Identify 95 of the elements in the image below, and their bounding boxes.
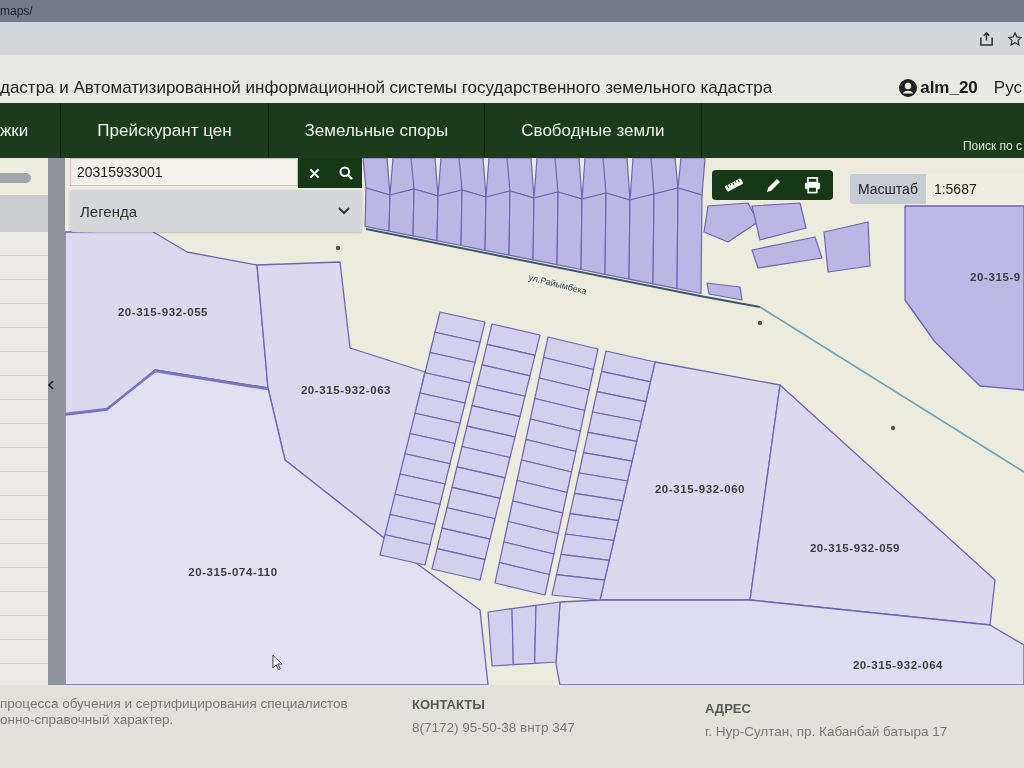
nav-link[interactable]: Земельные споры <box>304 120 449 141</box>
sidebar-header-bar <box>0 195 48 232</box>
land-plot <box>434 311 486 343</box>
land-plot <box>424 351 476 384</box>
scale-field[interactable]: 1:5687 <box>925 174 1024 204</box>
language-link[interactable]: Рус <box>993 78 1022 98</box>
land-plot <box>451 466 506 499</box>
land-plot <box>394 473 446 505</box>
contacts-heading: КОНТАКТЫ <box>412 697 485 712</box>
land-plot <box>466 405 521 438</box>
land-plot <box>362 158 391 196</box>
land-plot <box>481 343 536 377</box>
parcel-label: 20-315-932-055 <box>117 306 209 318</box>
land-plot <box>429 331 481 364</box>
point-marker-icon <box>757 320 763 326</box>
url-text: maps/ <box>0 4 33 18</box>
land-plot <box>494 561 550 596</box>
land-plot <box>476 364 531 397</box>
land-plot <box>582 431 638 462</box>
land-plot <box>498 541 555 576</box>
search-icon <box>339 166 353 180</box>
land-plot <box>384 513 436 546</box>
land-plot <box>461 425 516 459</box>
land-plot <box>591 391 647 423</box>
land-plot <box>487 608 514 667</box>
land-plot <box>569 492 624 522</box>
land-plot <box>560 533 615 561</box>
address-text: г. Нур-Султан, пр. Кабанбай батыра 17 <box>705 724 948 739</box>
share-icon[interactable] <box>979 31 994 46</box>
land-plot <box>414 392 466 424</box>
search-field[interactable]: 20315933001 <box>70 158 298 186</box>
land-plot <box>573 472 629 502</box>
phone-number: 8(7172) 95-50-38 внтр 347 <box>412 720 575 735</box>
parcel-label: 20-315-932-064 <box>852 659 944 671</box>
land-plot <box>596 370 651 403</box>
land-plot <box>471 384 526 418</box>
land-plot <box>431 548 486 581</box>
point-marker-icon <box>335 245 341 251</box>
land-plot <box>486 323 541 357</box>
clear-button[interactable] <box>298 158 330 188</box>
legend-dropdown[interactable]: Легенда <box>70 190 362 232</box>
land-plot <box>529 397 586 432</box>
chevron-down-icon <box>338 207 350 215</box>
land-plot <box>404 432 456 465</box>
user-name-link[interactable]: alm_20 <box>920 78 978 98</box>
page-title: дастра и Автоматизированной информационной системы государственного земельного кадастра <box>0 78 773 98</box>
land-plot <box>578 452 633 482</box>
land-plot <box>441 507 496 540</box>
footer-note: процесса обучения и сертифицирования специалистов онно-справочный характер. <box>0 696 348 728</box>
land-plot <box>538 356 595 391</box>
land-plot <box>525 418 581 453</box>
close-icon <box>308 167 320 179</box>
scale-label: Масштаб <box>850 174 926 204</box>
ruler-icon[interactable] <box>724 178 744 192</box>
land-plot <box>534 377 590 412</box>
land-plot <box>446 486 501 520</box>
pencil-icon[interactable] <box>766 177 782 193</box>
printer-icon[interactable] <box>804 176 821 194</box>
land-plot <box>543 336 599 371</box>
land-plot <box>512 479 568 514</box>
land-plot <box>503 520 559 555</box>
mouse-pointer-icon <box>272 654 283 671</box>
parcel-label: 20-315-074-110 <box>188 566 278 578</box>
land-plot <box>511 604 537 666</box>
search-link[interactable]: Поиск по с <box>962 139 1022 153</box>
land-plot <box>419 372 471 404</box>
land-plot <box>520 438 577 473</box>
nav-link[interactable]: жки <box>0 120 29 141</box>
star-icon[interactable] <box>1008 31 1022 46</box>
land-plot <box>706 282 743 301</box>
parcel-label: 20-315-9 <box>970 271 1021 283</box>
land-plot <box>564 513 619 542</box>
land-plot <box>379 534 431 566</box>
nav-link[interactable]: Свободные земли <box>521 120 665 141</box>
parcel-label: 20-315-932-060 <box>654 483 746 495</box>
address-heading: АДРЕС <box>705 701 751 716</box>
land-plot <box>436 527 491 561</box>
land-plot <box>456 445 511 479</box>
land-plot <box>751 202 807 241</box>
point-marker-icon <box>890 425 896 431</box>
sidebar-field[interactable] <box>0 173 31 183</box>
land-plot <box>409 412 461 445</box>
nav-link[interactable]: Прейскурант цен <box>97 120 232 141</box>
land-plot <box>399 453 451 485</box>
parcel-label: 20-315-932-063 <box>300 384 392 396</box>
user-icon[interactable] <box>899 79 918 97</box>
land-plot <box>555 553 610 581</box>
land-plot <box>389 493 441 526</box>
land-plot <box>587 411 642 442</box>
land-plot <box>600 350 656 383</box>
parcel-label: 20-315-932-059 <box>809 542 901 554</box>
chevron-left-icon <box>48 380 54 390</box>
search-button[interactable] <box>330 158 362 188</box>
land-plot <box>516 459 573 494</box>
land-plot <box>507 500 564 535</box>
